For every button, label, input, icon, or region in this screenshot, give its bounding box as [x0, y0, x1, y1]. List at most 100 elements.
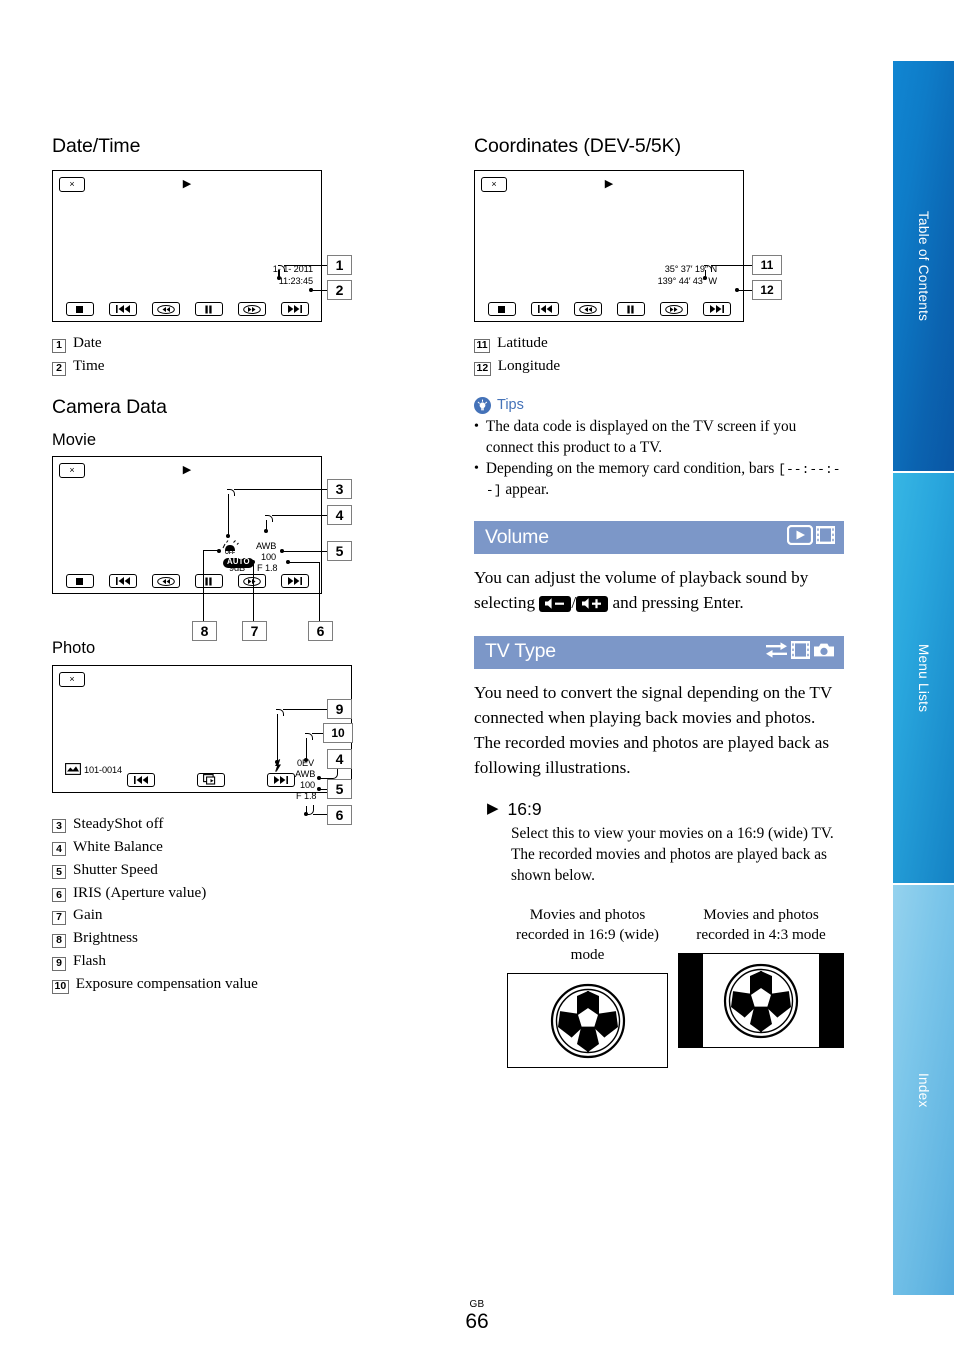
playback-controls [53, 574, 321, 589]
tv-frame-16-9 [507, 973, 669, 1069]
tips-title: Tips [497, 397, 524, 414]
tv-comparison-item: Movies and photos recorded in 4:3 mode [678, 905, 844, 1068]
legend-item: 6 IRIS (Aperture value) [52, 884, 392, 902]
legend-item: 1 Date [52, 334, 392, 353]
previous-button[interactable] [126, 772, 155, 787]
stop-button[interactable] [65, 574, 94, 589]
play-icon [786, 524, 814, 550]
tips-block: Tips • The data code is displayed on the… [474, 396, 844, 501]
legend-number: 5 [52, 864, 66, 879]
legend-item: 9 Flash [52, 952, 392, 971]
film-strip-icon [791, 640, 810, 665]
rewind-button[interactable] [151, 574, 180, 589]
datetime-legend: 1 Date 2 Time [52, 334, 392, 376]
legend-number: 4 [52, 841, 66, 856]
next-button[interactable] [702, 302, 731, 317]
tv-comparison: Movies and photos recorded in 16:9 (wide… [507, 905, 844, 1069]
page-footer: GB 66 [0, 1300, 954, 1333]
legend-number: 1 [52, 338, 66, 353]
latitude-value: 35° 37′ 19″ N [664, 263, 717, 274]
stop-button[interactable] [487, 302, 516, 317]
legend-label: Latitude [497, 334, 548, 352]
legend-item: 11 Latitude [474, 334, 844, 353]
sidebar-tab-index[interactable]: Index [892, 884, 954, 1296]
playback-controls [53, 302, 321, 317]
previous-button[interactable] [108, 302, 137, 317]
next-button[interactable] [280, 302, 309, 317]
manual-page: Date/Time × ▶ 1- 1- 2011 11:23:45 1 2 1 … [0, 0, 954, 1357]
movie-lcd-screen: × ▶ OFF AWB 100 F 1.8 9dB AUTO [52, 456, 322, 595]
callout-11: 11 [752, 255, 782, 275]
legend-label: Date [73, 334, 102, 352]
tv-type-body: You need to convert the signal depending… [474, 682, 833, 778]
volume-up-icon [576, 596, 609, 613]
legend-number: 6 [52, 887, 66, 902]
date-value: 1- 1- 2011 [272, 263, 313, 274]
rewind-button[interactable] [151, 302, 180, 317]
callout-8: 8 [192, 621, 217, 641]
film-strip-icon [816, 525, 835, 550]
legend-label: White Balance [73, 837, 163, 855]
legend-item: 8 Brightness [52, 929, 392, 948]
volume-down-icon [539, 596, 572, 613]
leader-corner [306, 805, 314, 815]
legend-item: 5 Shutter Speed [52, 861, 392, 879]
sidebar-tab-menu-lists[interactable]: Menu Lists [892, 472, 954, 884]
stop-button[interactable] [65, 302, 94, 317]
legend-label: Longitude [497, 357, 561, 375]
pause-button[interactable] [194, 574, 223, 589]
rewind-button[interactable] [573, 302, 602, 317]
fast-forward-button[interactable] [659, 302, 688, 317]
side-tabs: Table of Contents Menu Lists Index [892, 60, 954, 1296]
section-title-volume: Volume [485, 525, 549, 548]
pause-button[interactable] [616, 302, 645, 317]
close-icon[interactable]: × [481, 177, 507, 193]
photo-lcd-screen: × 0EV AWB 100 F 1.8 101-0014 [52, 664, 352, 801]
next-button[interactable] [266, 772, 295, 787]
pause-button[interactable] [194, 302, 223, 317]
coordinates-lcd-screen: × ▶ 35° 37′ 19″ N 139° 44′ 43″ W [474, 170, 744, 323]
camera-icon [813, 641, 835, 664]
right-column: Coordinates (DEV-5/5K) × ▶ 35° 37′ 19″ N… [474, 135, 844, 1069]
slideshow-button[interactable] [196, 772, 225, 787]
tip-text-suffix: appear. [505, 481, 550, 499]
bullet-icon: • [474, 461, 479, 477]
legend-number: 2 [52, 361, 66, 376]
tip-item: • Depending on the memory card condition… [474, 459, 844, 501]
sidebar-tab-label: Table of Contents [916, 210, 931, 322]
sidebar-tab-table-of-contents[interactable]: Table of Contents [892, 60, 954, 472]
subheading-photo: Photo [52, 639, 96, 658]
close-icon[interactable]: × [59, 463, 85, 479]
fast-forward-button[interactable] [237, 574, 266, 589]
legend-item: 12 Longitude [474, 357, 844, 376]
section-heading-datetime: Date/Time [52, 135, 141, 157]
previous-button[interactable] [108, 574, 137, 589]
datetime-lcd-screen: × ▶ 1- 1- 2011 11:23:45 [52, 170, 322, 323]
legend-number: 3 [52, 818, 66, 833]
legend-label: Exposure compensation value [75, 975, 258, 993]
legend-number: 9 [52, 956, 66, 971]
aspect-option-description: Select this to view your movies on a 16:… [511, 825, 834, 884]
section-bar-volume: Volume [474, 521, 844, 555]
close-icon[interactable]: × [59, 177, 85, 193]
subheading-movie: Movie [52, 431, 97, 450]
brightness-value-movie: AUTO [223, 557, 254, 569]
callout-12: 12 [752, 280, 782, 300]
next-button[interactable] [280, 574, 309, 589]
legend-item: 2 Time [52, 357, 392, 376]
coordinates-readout: 35° 37′ 19″ N 139° 44′ 43″ W [658, 264, 717, 288]
brightness-chip-movie: AUTO [223, 551, 254, 569]
photo-playback-controls [53, 772, 351, 787]
close-icon[interactable]: × [59, 671, 85, 687]
tv-comparison-caption: Movies and photos recorded in 16:9 (wide… [516, 906, 659, 964]
callout-3: 3 [327, 479, 352, 499]
play-status-icon: ▶ [604, 178, 614, 191]
callout-2: 2 [327, 280, 352, 300]
exposure-comp-value-photo: 0EV [297, 757, 315, 768]
sidebar-tab-label: Index [916, 1072, 931, 1108]
legend-item: 3 SteadyShot off [52, 815, 392, 833]
callout-1: 1 [327, 255, 352, 275]
fast-forward-button[interactable] [237, 302, 266, 317]
footer-locale: GB [469, 1299, 485, 1310]
previous-button[interactable] [530, 302, 559, 317]
